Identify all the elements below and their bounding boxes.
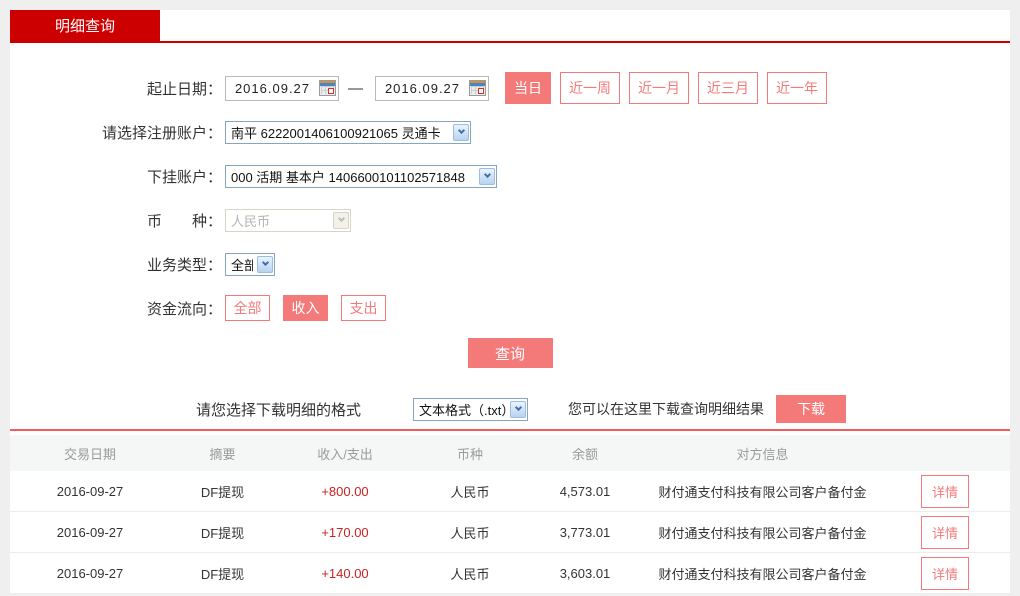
column-header-date: 交易日期 bbox=[10, 444, 170, 463]
currency-select: 人民币 bbox=[225, 209, 351, 232]
chevron-down-icon bbox=[257, 256, 273, 273]
cell-amount: +170.00 bbox=[275, 525, 415, 540]
chevron-down-icon bbox=[510, 401, 526, 418]
table-row: 2016-09-27 DF提现 +140.00 人民币 3,603.01 财付通… bbox=[10, 553, 1010, 594]
cell-counterparty: 财付通支付科技有限公司客户备付金 bbox=[645, 523, 880, 542]
cell-amount: +140.00 bbox=[275, 566, 415, 581]
cell-summary: DF提现 bbox=[170, 482, 275, 501]
quick-range-quarter-button[interactable]: 近三月 bbox=[698, 72, 758, 104]
chevron-down-icon bbox=[453, 124, 469, 141]
currency-value: 人民币 bbox=[231, 211, 329, 230]
cell-date: 2016-09-27 bbox=[10, 484, 170, 499]
detail-button[interactable]: 详情 bbox=[921, 557, 969, 590]
cell-counterparty: 财付通支付科技有限公司客户备付金 bbox=[645, 564, 880, 583]
download-button[interactable]: 下载 bbox=[776, 395, 846, 423]
calendar-icon[interactable] bbox=[319, 80, 336, 96]
column-header-currency: 币种 bbox=[415, 444, 525, 463]
quick-range-week-button[interactable]: 近一周 bbox=[560, 72, 620, 104]
cell-balance: 3,773.01 bbox=[525, 525, 645, 540]
register-account-value: 南平 6222001406100921065 灵通卡 bbox=[231, 123, 449, 142]
sub-account-select[interactable]: 000 活期 基本户 1406600101102571848 bbox=[225, 165, 497, 188]
cell-currency: 人民币 bbox=[415, 482, 525, 501]
start-date-value: 2016.09.27 bbox=[226, 81, 319, 96]
start-date-input[interactable]: 2016.09.27 bbox=[225, 76, 339, 101]
cell-summary: DF提现 bbox=[170, 523, 275, 542]
sub-account-row: 下挂账户： 000 活期 基本户 1406600101102571848 bbox=[10, 162, 1010, 190]
currency-label: 币 种： bbox=[10, 210, 222, 231]
query-button[interactable]: 查询 bbox=[468, 338, 553, 368]
column-header-summary: 摘要 bbox=[170, 444, 275, 463]
currency-row: 币 种： 人民币 bbox=[10, 206, 1010, 234]
flow-expense-button[interactable]: 支出 bbox=[341, 295, 386, 321]
cell-date: 2016-09-27 bbox=[10, 525, 170, 540]
download-format-value: 文本格式（.txt） bbox=[419, 400, 506, 419]
cell-balance: 4,573.01 bbox=[525, 484, 645, 499]
sub-account-value: 000 活期 基本户 1406600101102571848 bbox=[231, 167, 475, 186]
chevron-down-icon bbox=[479, 168, 495, 185]
download-row: 请您选择下载明细的格式 文本格式（.txt） 您可以在这里下载查询明细结果 下载 bbox=[10, 395, 1010, 423]
business-type-row: 业务类型： 全部 bbox=[10, 250, 1010, 278]
download-format-select[interactable]: 文本格式（.txt） bbox=[413, 398, 528, 421]
cell-currency: 人民币 bbox=[415, 564, 525, 583]
cell-date: 2016-09-27 bbox=[10, 566, 170, 581]
date-range-label: 起止日期： bbox=[10, 78, 222, 99]
table-separator-line bbox=[10, 429, 1010, 431]
fund-flow-label: 资金流向： bbox=[10, 298, 222, 319]
end-date-value: 2016.09.27 bbox=[376, 81, 469, 96]
quick-range-today-button[interactable]: 当日 bbox=[505, 72, 551, 104]
detail-button[interactable]: 详情 bbox=[921, 516, 969, 549]
cell-currency: 人民币 bbox=[415, 523, 525, 542]
table-row: 2016-09-27 DF提现 +170.00 人民币 3,773.01 财付通… bbox=[10, 512, 1010, 553]
column-header-balance: 余额 bbox=[525, 444, 645, 463]
column-header-counterparty: 对方信息 bbox=[645, 444, 880, 463]
flow-income-button[interactable]: 收入 bbox=[283, 295, 328, 321]
register-account-row: 请选择注册账户： 南平 6222001406100921065 灵通卡 bbox=[10, 118, 1010, 146]
download-hint: 您可以在这里下载查询明细结果 bbox=[568, 399, 764, 419]
sub-account-label: 下挂账户： bbox=[10, 166, 222, 187]
cell-balance: 3,603.01 bbox=[525, 566, 645, 581]
quick-range-year-button[interactable]: 近一年 bbox=[767, 72, 827, 104]
business-type-value: 全部 bbox=[231, 255, 253, 274]
column-header-amount: 收入/支出 bbox=[275, 444, 415, 463]
business-type-select[interactable]: 全部 bbox=[225, 253, 275, 276]
date-separator: — bbox=[348, 80, 363, 97]
table-row: 2016-09-27 DF提现 +800.00 人民币 4,573.01 财付通… bbox=[10, 471, 1010, 512]
tab-bar: 明细查询 bbox=[10, 10, 1010, 41]
fund-flow-row: 资金流向： 全部 收入 支出 bbox=[10, 294, 1010, 322]
cell-summary: DF提现 bbox=[170, 564, 275, 583]
register-account-select[interactable]: 南平 6222001406100921065 灵通卡 bbox=[225, 121, 471, 144]
calendar-icon[interactable] bbox=[469, 80, 486, 96]
flow-all-button[interactable]: 全部 bbox=[225, 295, 270, 321]
cell-counterparty: 财付通支付科技有限公司客户备付金 bbox=[645, 482, 880, 501]
tab-detail-query[interactable]: 明细查询 bbox=[10, 10, 160, 41]
register-account-label: 请选择注册账户： bbox=[10, 122, 222, 143]
page: 明细查询 起止日期： 2016.09.27 — 2016.09.27 当日 近一… bbox=[0, 0, 1020, 594]
download-format-label: 请您选择下载明细的格式 bbox=[196, 399, 403, 420]
tab-label: 明细查询 bbox=[55, 15, 115, 36]
end-date-input[interactable]: 2016.09.27 bbox=[375, 76, 489, 101]
table-header: 交易日期 摘要 收入/支出 币种 余额 对方信息 bbox=[10, 435, 1010, 471]
date-range-row: 起止日期： 2016.09.27 — 2016.09.27 当日 近一周 近一月… bbox=[10, 74, 1010, 102]
cell-amount: +800.00 bbox=[275, 484, 415, 499]
chevron-down-icon bbox=[333, 212, 349, 229]
business-type-label: 业务类型： bbox=[10, 254, 222, 275]
query-panel: 起止日期： 2016.09.27 — 2016.09.27 当日 近一周 近一月… bbox=[10, 43, 1010, 594]
detail-button[interactable]: 详情 bbox=[921, 475, 969, 508]
quick-range-month-button[interactable]: 近一月 bbox=[629, 72, 689, 104]
